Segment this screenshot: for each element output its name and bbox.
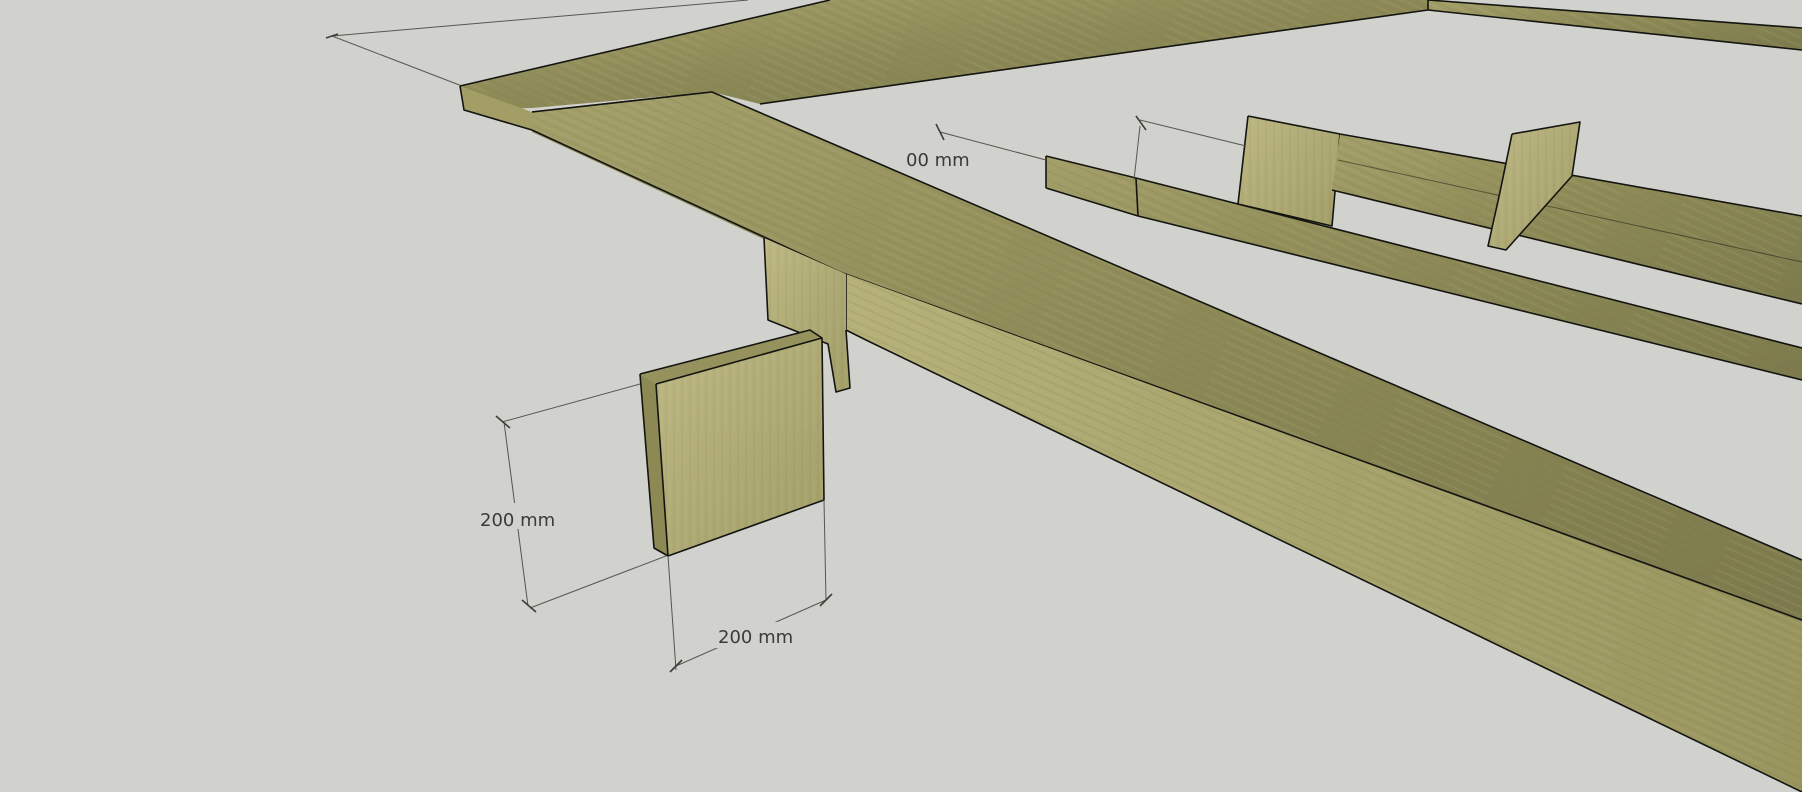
front-post[interactable] <box>639 329 825 557</box>
dimension-post-height[interactable]: 200 mm <box>474 383 667 613</box>
3d-viewport[interactable]: 00 mm 200 mm 200 mm <box>0 0 1802 792</box>
dimension-label-middle: 00 mm <box>906 150 970 171</box>
dimension-label-width: 200 mm <box>718 627 793 648</box>
dimension-label-height: 200 mm <box>480 510 555 531</box>
model-canvas[interactable]: 00 mm 200 mm 200 mm <box>0 0 1802 792</box>
back-rail[interactable] <box>1427 0 1802 51</box>
